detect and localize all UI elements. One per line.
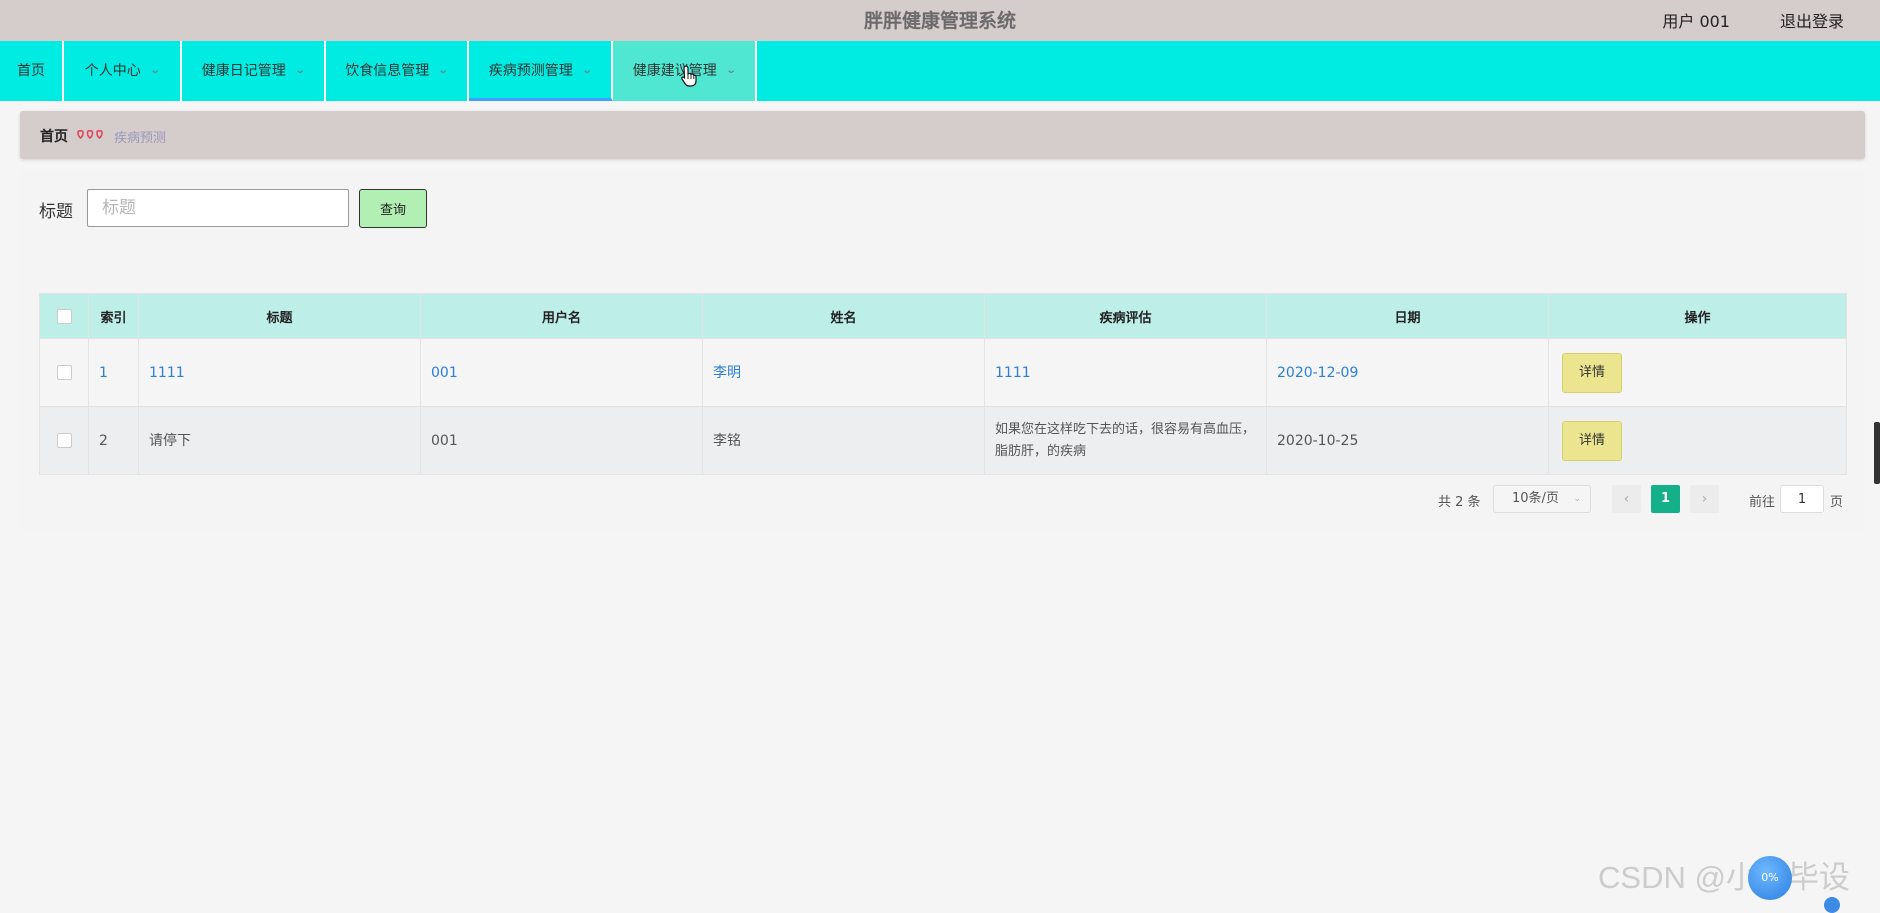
- nav-home[interactable]: 首页: [0, 41, 64, 101]
- search-label: 标题: [39, 202, 73, 222]
- detail-button[interactable]: 详情: [1562, 420, 1622, 461]
- main-nav: 首页 个人中心 ⌄ 健康日记管理 ⌄ 饮食信息管理 ⌄ 疾病预测管理 ⌄ 健康建议管理 ⌄: [0, 41, 1880, 101]
- disease-prediction-table: 索引 标题 用户名 姓名 疾病评估 日期 操作 1 1111 001 李明 11…: [39, 293, 1847, 475]
- chevron-right-icon: ›: [1701, 491, 1708, 507]
- cell-name: 李铭: [702, 406, 985, 475]
- cell-assessment: 如果您在这样吃下去的话，很容易有高血压，脂肪肝，的疾病: [984, 406, 1267, 475]
- column-header: 标题: [138, 293, 421, 339]
- cell-index: 1: [88, 338, 139, 407]
- cell-assessment: 1111: [984, 338, 1267, 407]
- app-title: 胖胖健康管理系统: [863, 10, 1016, 32]
- prev-page-button[interactable]: ‹: [1612, 485, 1641, 513]
- cell-username: 001: [420, 338, 703, 407]
- cell-username: 001: [420, 406, 703, 475]
- page-size-value: 10条/页: [1512, 491, 1559, 506]
- select-all-cell[interactable]: [39, 293, 89, 339]
- nav-disease-prediction[interactable]: 疾病预测管理 ⌄: [469, 41, 613, 101]
- chevron-down-icon: ⌄: [725, 65, 737, 76]
- breadcrumb-home[interactable]: 首页: [40, 126, 68, 146]
- nav-personal-center-label: 个人中心: [84, 63, 141, 79]
- chevron-down-icon: ⌄: [149, 65, 161, 76]
- chevron-down-icon: ⌄: [437, 65, 450, 76]
- column-header: 姓名: [702, 293, 985, 339]
- cell-actions: 详情: [1548, 338, 1847, 407]
- select-all-checkbox[interactable]: [56, 308, 72, 324]
- nav-disease-prediction-label: 疾病预测管理: [488, 63, 573, 79]
- pagination-total: 共 2 条: [1438, 495, 1481, 510]
- top-header: 胖胖健康管理系统 用户 001 退出登录: [0, 0, 1880, 41]
- floating-dot-icon[interactable]: [1824, 897, 1840, 913]
- column-header: 索引: [88, 293, 139, 339]
- cell-date: 2020-10-25: [1266, 406, 1549, 475]
- chevron-down-icon: ⌄: [581, 65, 593, 76]
- breadcrumb-current: 疾病预测: [114, 131, 167, 146]
- column-header: 用户名: [420, 293, 703, 339]
- current-user: 用户 001: [1662, 12, 1730, 31]
- chevron-down-icon: ⌄: [294, 65, 306, 76]
- cell-title: 1111: [138, 338, 421, 407]
- cell-actions: 详情: [1548, 406, 1847, 475]
- next-page-button[interactable]: ›: [1690, 485, 1719, 513]
- hand-cursor-icon: [681, 65, 697, 87]
- query-button[interactable]: 查询: [359, 189, 427, 228]
- title-search-input[interactable]: [87, 189, 349, 227]
- nav-personal-center[interactable]: 个人中心 ⌄: [64, 41, 182, 101]
- goto-page-input[interactable]: [1780, 485, 1824, 513]
- cell-index: 2: [88, 406, 139, 475]
- table-header-row: 索引 标题 用户名 姓名 疾病评估 日期 操作: [39, 293, 1847, 339]
- table-row: 2 请停下 001 李铭 如果您在这样吃下去的话，很容易有高血压，脂肪肝，的疾病…: [39, 406, 1847, 475]
- column-header: 操作: [1548, 293, 1847, 339]
- scrollbar-thumb[interactable]: [1874, 422, 1880, 484]
- content-panel: 标题 查询 索引 标题 用户名 姓名 疾病评估 日期 操作 1 1111: [20, 171, 1865, 531]
- floating-progress-ball[interactable]: 0%: [1748, 856, 1792, 900]
- nav-health-diary[interactable]: 健康日记管理 ⌄: [182, 41, 326, 101]
- cell-name: 李明: [702, 338, 985, 407]
- row-select-cell[interactable]: [39, 338, 89, 407]
- table-row: 1 1111 001 李明 1111 2020-12-09 详情: [39, 338, 1847, 407]
- row-checkbox[interactable]: [56, 433, 72, 448]
- chevron-left-icon: ‹: [1623, 491, 1630, 507]
- detail-button[interactable]: 详情: [1562, 352, 1622, 393]
- goto-suffix: 页: [1830, 495, 1844, 510]
- nav-diet-info-label: 饮食信息管理: [345, 63, 430, 79]
- breadcrumb: 首页 疾病预测: [20, 111, 1865, 159]
- cell-date: 2020-12-09: [1266, 338, 1549, 407]
- page-size-select[interactable]: 10条/页 ⌄: [1493, 485, 1591, 513]
- csdn-watermark: CSDN @小新毕设: [1598, 860, 1850, 895]
- logout-link[interactable]: 退出登录: [1780, 8, 1844, 32]
- heart-separator-icon: [77, 129, 103, 140]
- nav-home-label: 首页: [17, 63, 45, 79]
- page-number-button[interactable]: 1: [1651, 485, 1680, 513]
- column-header: 疾病评估: [984, 293, 1267, 339]
- column-header: 日期: [1266, 293, 1549, 339]
- row-checkbox[interactable]: [56, 365, 72, 380]
- row-select-cell[interactable]: [39, 406, 89, 475]
- nav-health-diary-label: 健康日记管理: [201, 63, 286, 79]
- goto-label: 前往: [1749, 495, 1776, 510]
- cell-title: 请停下: [138, 406, 421, 475]
- chevron-down-icon: ⌄: [1573, 494, 1581, 504]
- nav-health-advice-label: 健康建议管理: [632, 63, 717, 79]
- nav-diet-info[interactable]: 饮食信息管理 ⌄: [326, 41, 469, 101]
